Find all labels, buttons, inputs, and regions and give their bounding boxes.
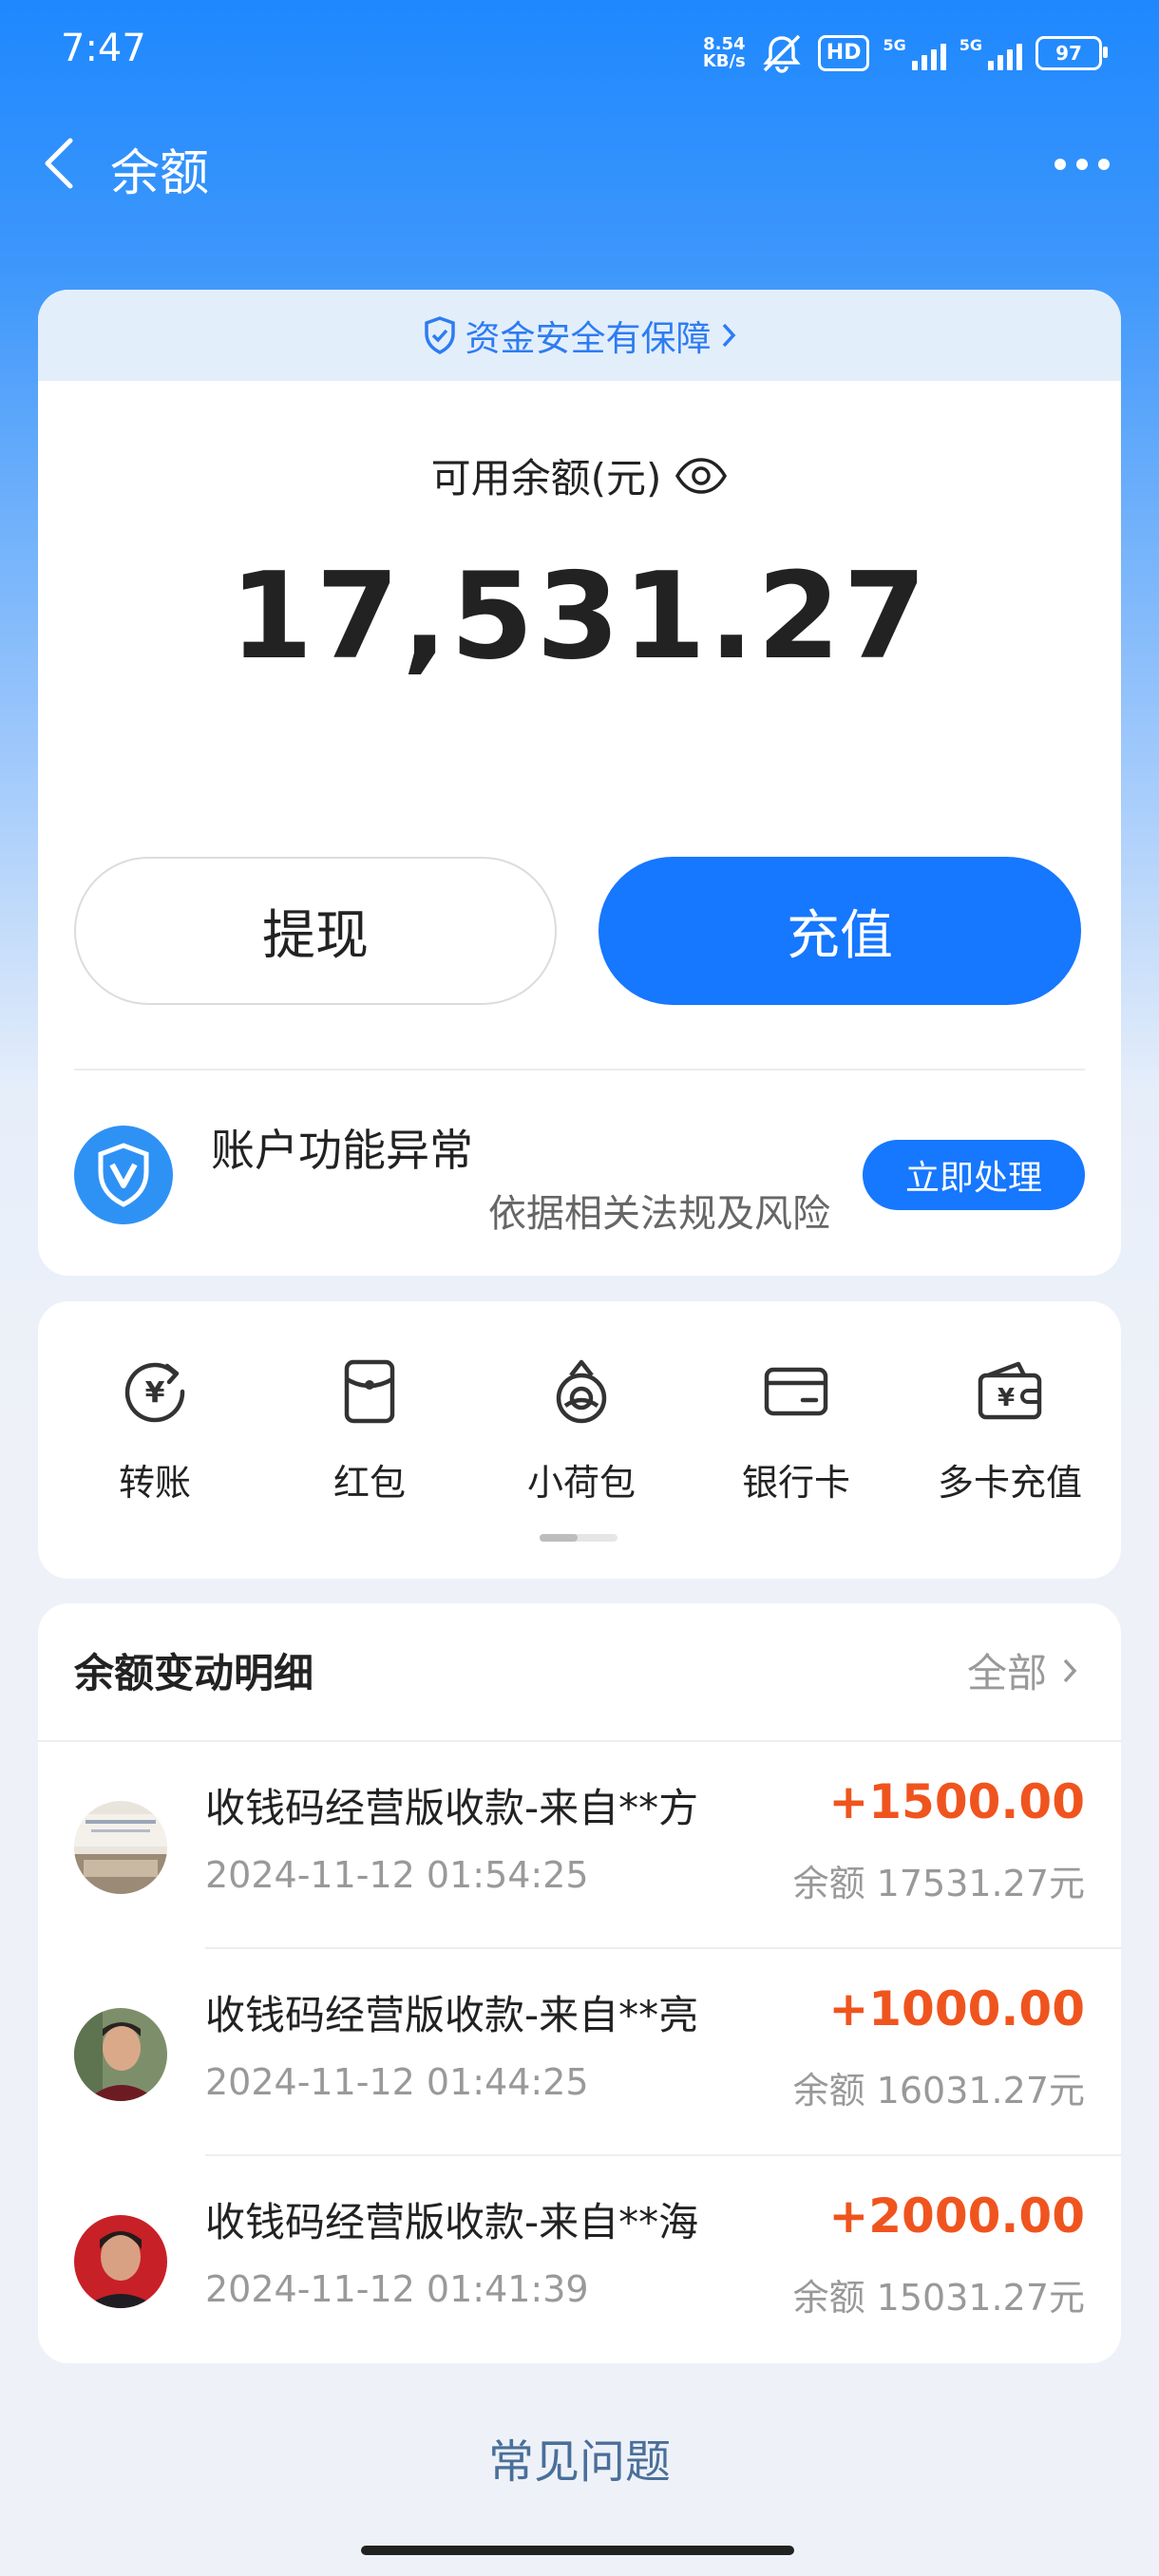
signal-type-label: 5G bbox=[959, 36, 982, 54]
transaction-amount: +1500.00 bbox=[828, 1774, 1085, 1829]
transaction-title: 收钱码经营版收款-来自**方 bbox=[205, 1785, 699, 1831]
function-transfer[interactable]: ¥ 转账 bbox=[69, 1356, 240, 1506]
signal-strength-1: 5G bbox=[883, 36, 946, 70]
home-indicator[interactable] bbox=[361, 2546, 794, 2555]
function-card: ¥ 转账 红包 小荷包 银行卡 ¥ 多卡充值 bbox=[38, 1301, 1121, 1579]
bank-card-icon bbox=[764, 1367, 828, 1416]
faq-link[interactable]: 常见问题 bbox=[0, 2424, 1159, 2491]
divider bbox=[74, 1069, 1085, 1070]
function-label: 银行卡 bbox=[741, 1462, 850, 1504]
more-options-icon[interactable] bbox=[1049, 142, 1115, 186]
transaction-time: 2024-11-12 01:44:25 bbox=[205, 2061, 589, 2103]
transaction-row[interactable]: 收钱码经营版收款-来自**方 2024-11-12 01:54:25 +1500… bbox=[38, 1742, 1121, 1949]
account-alert-subtitle: 依据相关法规及风险 bbox=[488, 1192, 830, 1236]
balance-amount: 17,531.27 bbox=[229, 546, 930, 686]
shield-check-icon bbox=[424, 316, 455, 354]
avatar bbox=[74, 2215, 167, 2308]
balance-detail-card: 余额变动明细 全部 收钱码经营版收款-来自**方 2024-11-12 01:5… bbox=[38, 1603, 1121, 2363]
transfer-yuan-icon: ¥ bbox=[124, 1362, 185, 1423]
multi-card-wallet-icon: ¥ bbox=[978, 1361, 1042, 1420]
eye-icon[interactable] bbox=[674, 457, 728, 495]
transaction-time: 2024-11-12 01:41:39 bbox=[205, 2268, 589, 2310]
transaction-title: 收钱码经营版收款-来自**海 bbox=[205, 2199, 699, 2245]
chevron-right-icon bbox=[722, 323, 735, 348]
scroll-indicator-thumb bbox=[540, 1534, 578, 1542]
available-balance-label: 可用余额(元) bbox=[430, 455, 662, 502]
back-arrow-icon[interactable] bbox=[34, 135, 91, 192]
withdraw-button[interactable]: 提现 bbox=[74, 857, 557, 1005]
transaction-row[interactable]: 收钱码经营版收款-来自**海 2024-11-12 01:41:39 +2000… bbox=[38, 2156, 1121, 2363]
fund-safety-banner[interactable]: 资金安全有保障 bbox=[38, 290, 1121, 381]
chevron-right-icon bbox=[1063, 1658, 1077, 1682]
transaction-balance: 余额 17531.27元 bbox=[792, 1863, 1085, 1904]
function-multi-card-recharge[interactable]: ¥ 多卡充值 bbox=[924, 1356, 1095, 1506]
svg-text:¥: ¥ bbox=[998, 1384, 1015, 1412]
avatar bbox=[74, 1801, 167, 1894]
view-all-link[interactable]: 全部 bbox=[967, 1641, 1079, 1699]
account-alert-title: 账户功能异常 bbox=[211, 1125, 473, 1176]
function-red-packet[interactable]: 红包 bbox=[284, 1356, 455, 1506]
signal-type-label: 5G bbox=[883, 36, 906, 54]
status-time: 7:47 bbox=[61, 27, 146, 70]
function-label: 红包 bbox=[332, 1462, 406, 1504]
detail-header: 余额变动明细 bbox=[74, 1650, 314, 1696]
transaction-amount: +2000.00 bbox=[828, 2188, 1085, 2244]
svg-text:¥: ¥ bbox=[145, 1376, 165, 1410]
function-label: 转账 bbox=[118, 1462, 191, 1504]
red-packet-icon bbox=[344, 1359, 395, 1424]
function-small-pouch[interactable]: 小荷包 bbox=[496, 1356, 667, 1506]
shield-v-icon bbox=[74, 1126, 173, 1224]
hd-indicator: HD bbox=[817, 35, 870, 71]
transaction-balance: 余额 15031.27元 bbox=[792, 2277, 1085, 2319]
function-label: 小荷包 bbox=[526, 1462, 636, 1504]
network-speed: 8.54 KB/s bbox=[703, 36, 746, 70]
page-title: 余额 bbox=[110, 145, 210, 202]
battery-indicator: 97 bbox=[1036, 36, 1108, 70]
status-icons: 8.54 KB/s HD 5G 5G 97 bbox=[703, 27, 1108, 80]
fund-safety-text: 资金安全有保障 bbox=[465, 318, 712, 359]
transaction-time: 2024-11-12 01:54:25 bbox=[205, 1854, 589, 1896]
function-bank-card[interactable]: 银行卡 bbox=[711, 1356, 882, 1506]
recharge-button[interactable]: 充值 bbox=[598, 857, 1081, 1005]
available-balance-label-row: 可用余额(元) bbox=[38, 446, 1121, 504]
avatar bbox=[74, 2008, 167, 2101]
signal-strength-2: 5G bbox=[960, 36, 1022, 70]
transaction-amount: +1000.00 bbox=[828, 1981, 1085, 2036]
network-speed-unit: KB/s bbox=[702, 51, 746, 71]
handle-now-button[interactable]: 立即处理 bbox=[863, 1140, 1085, 1210]
view-all-label: 全部 bbox=[966, 1650, 1047, 1696]
transaction-balance: 余额 16031.27元 bbox=[792, 2070, 1085, 2112]
small-pouch-icon bbox=[556, 1359, 607, 1424]
bell-muted-icon bbox=[763, 34, 801, 73]
transaction-row[interactable]: 收钱码经营版收款-来自**亮 2024-11-12 01:44:25 +1000… bbox=[38, 1949, 1121, 2156]
transaction-title: 收钱码经营版收款-来自**亮 bbox=[205, 1992, 699, 2038]
balance-card: 资金安全有保障 可用余额(元) 17,531.27 提现 充值 账户功能异常 依… bbox=[38, 290, 1121, 1276]
function-label: 多卡充值 bbox=[937, 1462, 1082, 1504]
